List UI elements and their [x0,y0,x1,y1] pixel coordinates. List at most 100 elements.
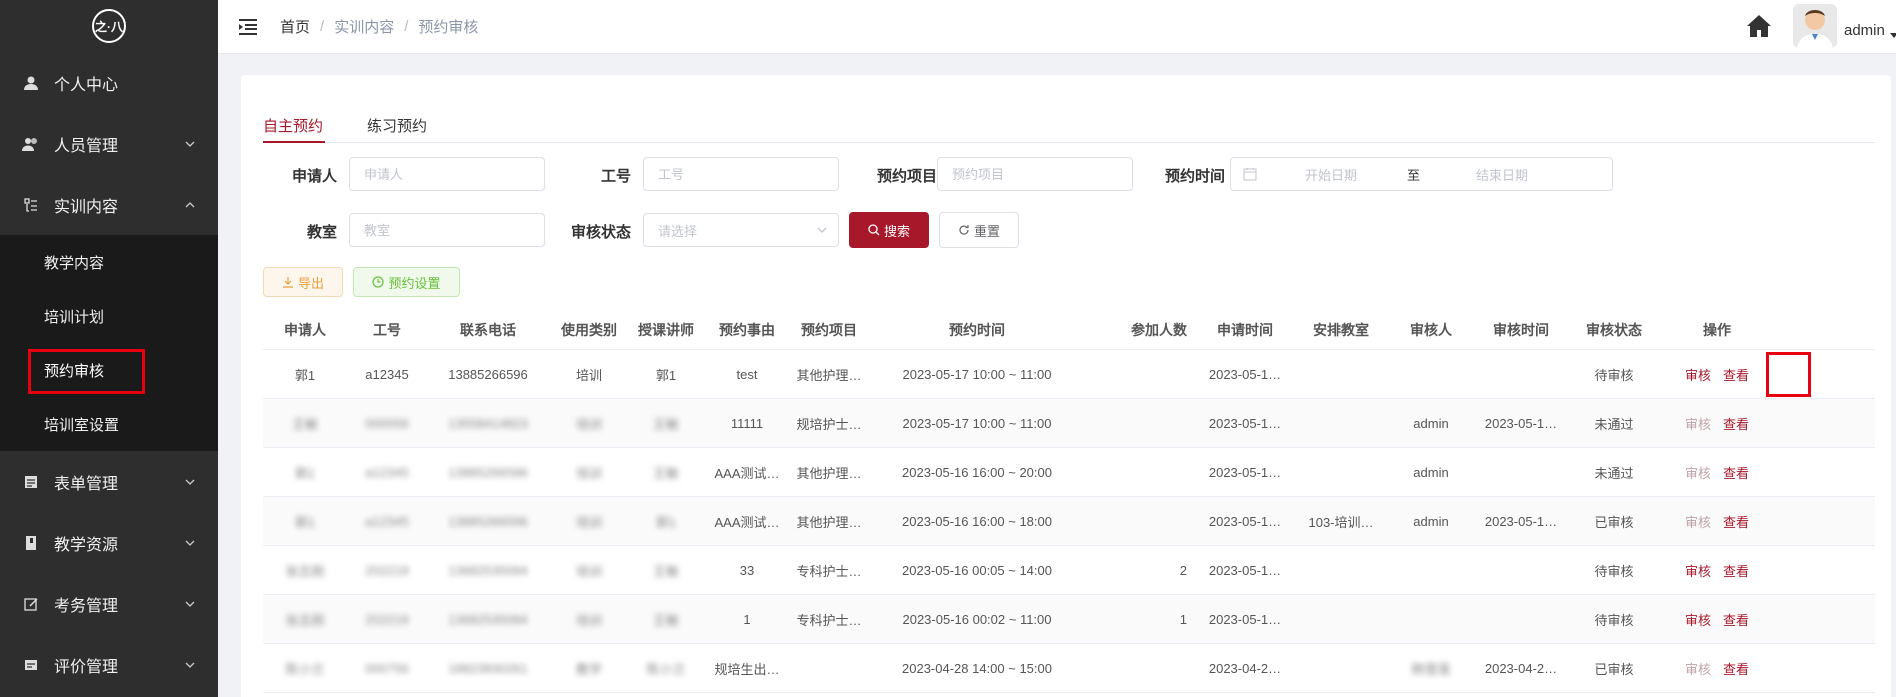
tab-self-booking[interactable]: 自主预约 [263,115,323,136]
column-header: 安排教室 [1313,321,1369,338]
audit-link[interactable]: 审核 [1685,512,1711,531]
booking-table: 申请人 工号 联系电话 使用类别 授课讲师 预约事由 预约项目 预约时间 参加人数 申请时间 安排教… [263,310,1875,693]
search-button-label: 搜索 [883,223,910,239]
sidebar-subitem-booking-review[interactable]: 预约审核 [0,343,218,397]
cell-applicant: 郭1 [263,448,347,496]
cell-phone: 13885266596 [427,497,549,545]
cell-text: 2023-05-16 16:00 ~ 18:00 [902,513,1052,529]
breadcrumb-separator: / [320,18,325,35]
chevron-up-icon [185,201,195,207]
sidebar-item-training-content[interactable]: 实训内容 [0,174,218,235]
sidebar-subitem-training-room-settings[interactable]: 培训室设置 [0,397,218,451]
view-link[interactable]: 查看 [1723,610,1749,629]
avatar[interactable] [1793,4,1837,48]
project-input-wrap [937,157,1133,191]
cell-time: 2023-05-17 10:00 ~ 11:00 [867,350,1087,398]
cell-text: 专科护士… [796,612,862,628]
username[interactable]: admin [1844,22,1885,39]
classroom-input[interactable] [364,222,544,238]
view-link[interactable]: 查看 [1723,414,1749,433]
cell-lecturer: 王敏 [629,448,703,496]
cell-count: 1 [1087,595,1197,643]
cell-text: 202219 [365,562,409,578]
cell-count [1087,644,1197,692]
cell-apply-time: 2023-05-1… [1197,546,1293,594]
view-link[interactable]: 查看 [1723,561,1749,580]
sidebar-item-label: 考务管理 [54,597,119,615]
column-header: 使用类别 [561,321,617,338]
chevron-down-icon [185,662,195,668]
audit-link[interactable]: 审核 [1685,659,1711,678]
sidebar-item-staff[interactable]: 人员管理 [0,113,218,174]
date-range-picker[interactable]: 开始日期 至 结束日期 [1230,157,1613,191]
user-icon [22,74,40,92]
view-link[interactable]: 查看 [1723,512,1749,531]
start-date[interactable]: 开始日期 [1305,165,1357,184]
cell-text: 未通过 [1594,465,1634,481]
cell-audit-time [1473,448,1569,496]
cell-status: 已审核 [1569,497,1659,545]
cell-audit-time: 2023-05-1… [1473,399,1569,447]
cell-text: admin [1413,513,1449,529]
sidebar-item-personal-center[interactable]: 个人中心 [0,52,218,113]
breadcrumb-training-content[interactable]: 实训内容 [334,16,394,37]
column-header: 参加人数 [1131,321,1187,338]
cell-text: 规培护士… [796,416,862,432]
cell-reason: AAA测试… [703,448,791,496]
cell-lecturer: 王敏 [629,399,703,447]
cell-category: 培训 [549,399,629,447]
view-link[interactable]: 查看 [1723,365,1749,384]
cell-text: 000756 [365,660,409,676]
column-header: 预约时间 [949,321,1005,338]
cell-text: 2023-04-2… [1208,660,1282,676]
cell-category: 培训 [549,448,629,496]
home-icon[interactable] [1746,13,1772,39]
search-button[interactable]: 搜索 [849,212,929,248]
booking-settings-button[interactable]: 预约设置 [353,267,460,297]
sidebar-item-teaching-resources[interactable]: 教学资源 [0,512,218,573]
cell-text: 郭1 [294,465,316,481]
sidebar-subitem-training-plan[interactable]: 培训计划 [0,289,218,343]
audit-link[interactable]: 审核 [1685,365,1711,384]
cell-text: 培训 [575,465,602,481]
date-separator: 至 [1407,167,1421,183]
menu-toggle-icon[interactable] [238,18,258,36]
applicant-input[interactable] [364,166,544,182]
cell-reason: 规培生出… [703,644,791,692]
job-no-input[interactable] [658,166,838,182]
tab-practice-booking[interactable]: 练习预约 [367,115,427,136]
cell-text: AAA测试… [714,465,780,481]
cell-text: 2023-04-28 14:00 ~ 15:00 [902,660,1052,676]
audit-link[interactable]: 审核 [1685,561,1711,580]
table-row: 郭1 a12345 13885266596 培训 郭1 test 其他护理… 2023-05-… [263,350,1875,399]
cell-text: 2023-05-1… [1484,415,1558,431]
cell-applicant: 郭1 [263,497,347,545]
chevron-down-icon [185,540,195,546]
audit-link[interactable]: 审核 [1685,610,1711,629]
view-link[interactable]: 查看 [1723,659,1749,678]
column-header: 审核人 [1410,321,1452,338]
sidebar-item-form-management[interactable]: 表单管理 [0,451,218,512]
caret-down-icon[interactable] [1890,33,1896,38]
view-link[interactable]: 查看 [1723,463,1749,482]
breadcrumb-home[interactable]: 首页 [280,16,310,37]
cell-text: a12345 [365,366,409,382]
cell-text: 2023-05-1… [1484,513,1558,529]
refresh-icon [959,225,969,235]
cell-text: 已审核 [1594,661,1634,677]
chevron-down-icon [185,141,195,147]
status-select[interactable]: 请选择 [643,213,839,247]
reset-button[interactable]: 重置 [939,212,1019,248]
sidebar-subitem-teaching-content[interactable]: 教学内容 [0,235,218,289]
cell-text: 未通过 [1594,416,1634,432]
cell-operations: 审核 查看 [1659,546,1775,594]
audit-link[interactable]: 审核 [1685,463,1711,482]
project-input[interactable] [952,166,1132,182]
export-button[interactable]: 导出 [263,267,343,297]
cell-text: 2023-05-1… [1208,513,1282,529]
audit-link[interactable]: 审核 [1685,414,1711,433]
cell-text: 103-培训… [1308,514,1374,530]
sidebar-item-exam-affairs[interactable]: 考务管理 [0,573,218,634]
end-date[interactable]: 结束日期 [1476,165,1528,184]
sidebar-item-evaluation[interactable]: 评价管理 [0,634,218,695]
